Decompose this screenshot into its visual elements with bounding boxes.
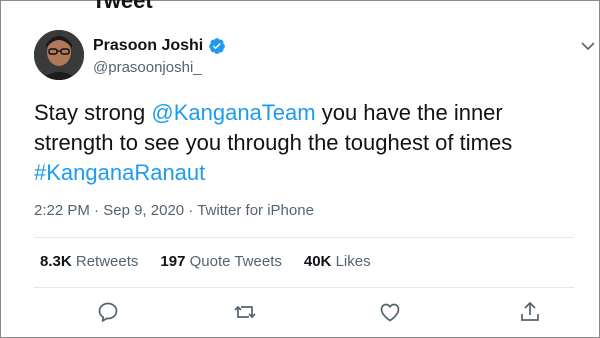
tweet-meta: 2:22 PM · Sep 9, 2020 · Twitter for iPho… bbox=[34, 202, 314, 219]
likes-count: 40K bbox=[303, 253, 332, 270]
tweet-date[interactable]: Sep 9, 2020 bbox=[103, 202, 184, 219]
hashtag-link[interactable]: #KanganaRanaut bbox=[34, 160, 205, 185]
avatar[interactable] bbox=[34, 30, 84, 80]
more-chevron-icon[interactable] bbox=[581, 38, 595, 51]
author-name-row[interactable]: Prasoon Joshi bbox=[93, 37, 226, 55]
tweet-text-part1: Stay strong bbox=[34, 100, 152, 125]
page-title: Tweet bbox=[92, 0, 153, 13]
engagement-stats: 8.3K Retweets 197 Quote Tweets 40K Likes bbox=[40, 253, 371, 270]
retweets-count: 8.3K bbox=[40, 253, 72, 270]
verified-badge-icon bbox=[208, 37, 226, 55]
tweet-source[interactable]: Twitter for iPhone bbox=[197, 202, 314, 219]
quotes-label: Quote Tweets bbox=[189, 253, 282, 270]
quotes-stat[interactable]: 197 Quote Tweets bbox=[160, 253, 281, 270]
likes-stat[interactable]: 40K Likes bbox=[304, 253, 371, 270]
divider bbox=[34, 237, 574, 238]
likes-label: Likes bbox=[335, 253, 371, 270]
tweet-time[interactable]: 2:22 PM bbox=[34, 202, 90, 219]
like-icon[interactable] bbox=[378, 300, 402, 324]
retweets-stat[interactable]: 8.3K Retweets bbox=[40, 253, 138, 270]
meta-separator: · bbox=[188, 202, 194, 219]
tweet-text: Stay strong @KanganaTeam you have the in… bbox=[34, 98, 574, 188]
mention-link[interactable]: @KanganaTeam bbox=[151, 100, 315, 125]
divider bbox=[34, 287, 574, 288]
retweets-label: Retweets bbox=[75, 253, 139, 270]
author-handle[interactable]: @prasoonjoshi_ bbox=[93, 59, 202, 76]
action-bar bbox=[0, 300, 600, 324]
avatar-image bbox=[34, 30, 84, 80]
share-icon[interactable] bbox=[518, 300, 542, 324]
retweet-icon[interactable] bbox=[233, 300, 257, 324]
reply-icon[interactable] bbox=[96, 300, 120, 324]
meta-separator: · bbox=[94, 202, 100, 219]
author-name[interactable]: Prasoon Joshi bbox=[93, 37, 203, 55]
quotes-count: 197 bbox=[160, 253, 186, 270]
